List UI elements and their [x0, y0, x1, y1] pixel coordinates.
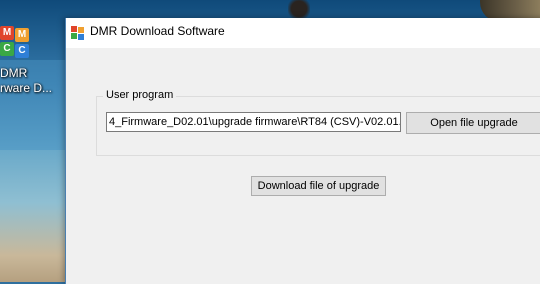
logo-cube: M: [0, 26, 14, 40]
desktop-shortcut-label: DMR rware D...: [0, 66, 62, 96]
app-cubes-icon: [70, 25, 86, 41]
window-client-area: User program 4_Firmware_D02.01\upgrade f…: [66, 48, 540, 284]
download-file-upgrade-button[interactable]: Download file of upgrade: [251, 176, 386, 196]
dmr-download-window: DMR Download Software User program 4_Fir…: [65, 18, 540, 284]
logo-cube: C: [15, 44, 29, 58]
dmr-app-icon: M M C C: [0, 26, 30, 60]
desktop-shortcut-label-line2: rware D...: [0, 81, 53, 95]
user-program-label: User program: [103, 89, 177, 101]
logo-cube: C: [0, 42, 14, 56]
file-path-field[interactable]: 4_Firmware_D02.01\upgrade firmware\RT84 …: [106, 112, 401, 132]
desktop-shortcut-dmr[interactable]: M M C C DMR rware D...: [0, 26, 62, 106]
window-titlebar[interactable]: DMR Download Software: [66, 18, 540, 48]
desktop-shortcut-label-line1: DMR: [0, 66, 28, 80]
open-file-upgrade-button[interactable]: Open file upgrade: [406, 112, 540, 134]
wallpaper-shore: [0, 150, 70, 282]
window-title: DMR Download Software: [90, 24, 225, 38]
logo-cube: M: [15, 28, 29, 42]
